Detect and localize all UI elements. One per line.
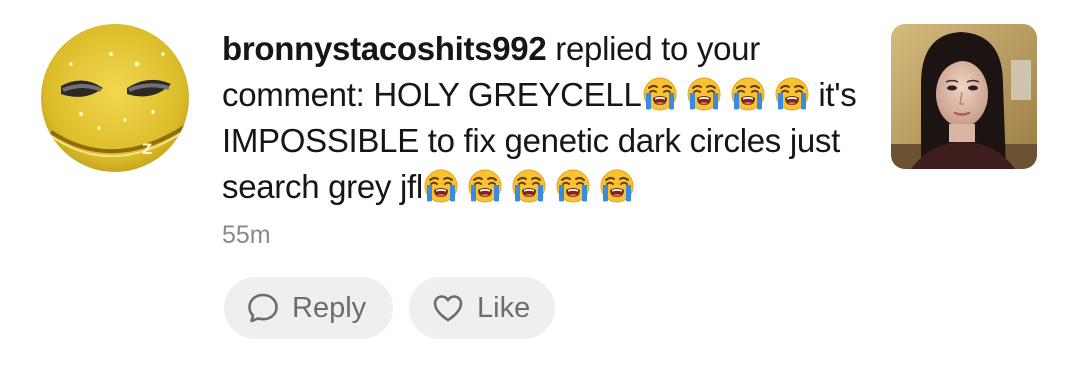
notification-content: bronnystacoshits992 replied to your comm… bbox=[222, 26, 862, 250]
loudly-crying-face-icon bbox=[555, 168, 591, 204]
username-link[interactable]: bronnystacoshits992 bbox=[222, 30, 547, 67]
post-thumbnail[interactable] bbox=[891, 24, 1037, 169]
notification-message: bronnystacoshits992 replied to your comm… bbox=[222, 26, 862, 210]
emoji-group-1 bbox=[642, 76, 810, 113]
loudly-crying-face-icon bbox=[642, 76, 678, 112]
svg-text:Z: Z bbox=[142, 142, 152, 158]
loudly-crying-face-icon bbox=[730, 76, 766, 112]
loudly-crying-face-icon bbox=[774, 76, 810, 112]
comment-text-part1: HOLY GREYCELL bbox=[373, 76, 642, 113]
heart-icon bbox=[431, 291, 465, 325]
user-avatar[interactable]: Z bbox=[41, 24, 189, 172]
reply-label: Reply bbox=[292, 291, 367, 324]
like-button[interactable]: Like bbox=[409, 277, 555, 339]
action-bar: Reply Like bbox=[224, 277, 555, 339]
timestamp: 55m bbox=[222, 221, 271, 249]
reply-button[interactable]: Reply bbox=[224, 277, 393, 339]
emoji-group-2 bbox=[423, 168, 635, 205]
loudly-crying-face-icon bbox=[599, 168, 635, 204]
loudly-crying-face-icon bbox=[686, 76, 722, 112]
loudly-crying-face-icon bbox=[511, 168, 547, 204]
notification-item[interactable]: Z bronnystacoshits992 replied to your co… bbox=[0, 0, 1079, 365]
like-label: Like bbox=[477, 291, 531, 324]
loudly-crying-face-icon bbox=[423, 168, 459, 204]
speech-bubble-icon bbox=[246, 291, 280, 325]
loudly-crying-face-icon bbox=[467, 168, 503, 204]
